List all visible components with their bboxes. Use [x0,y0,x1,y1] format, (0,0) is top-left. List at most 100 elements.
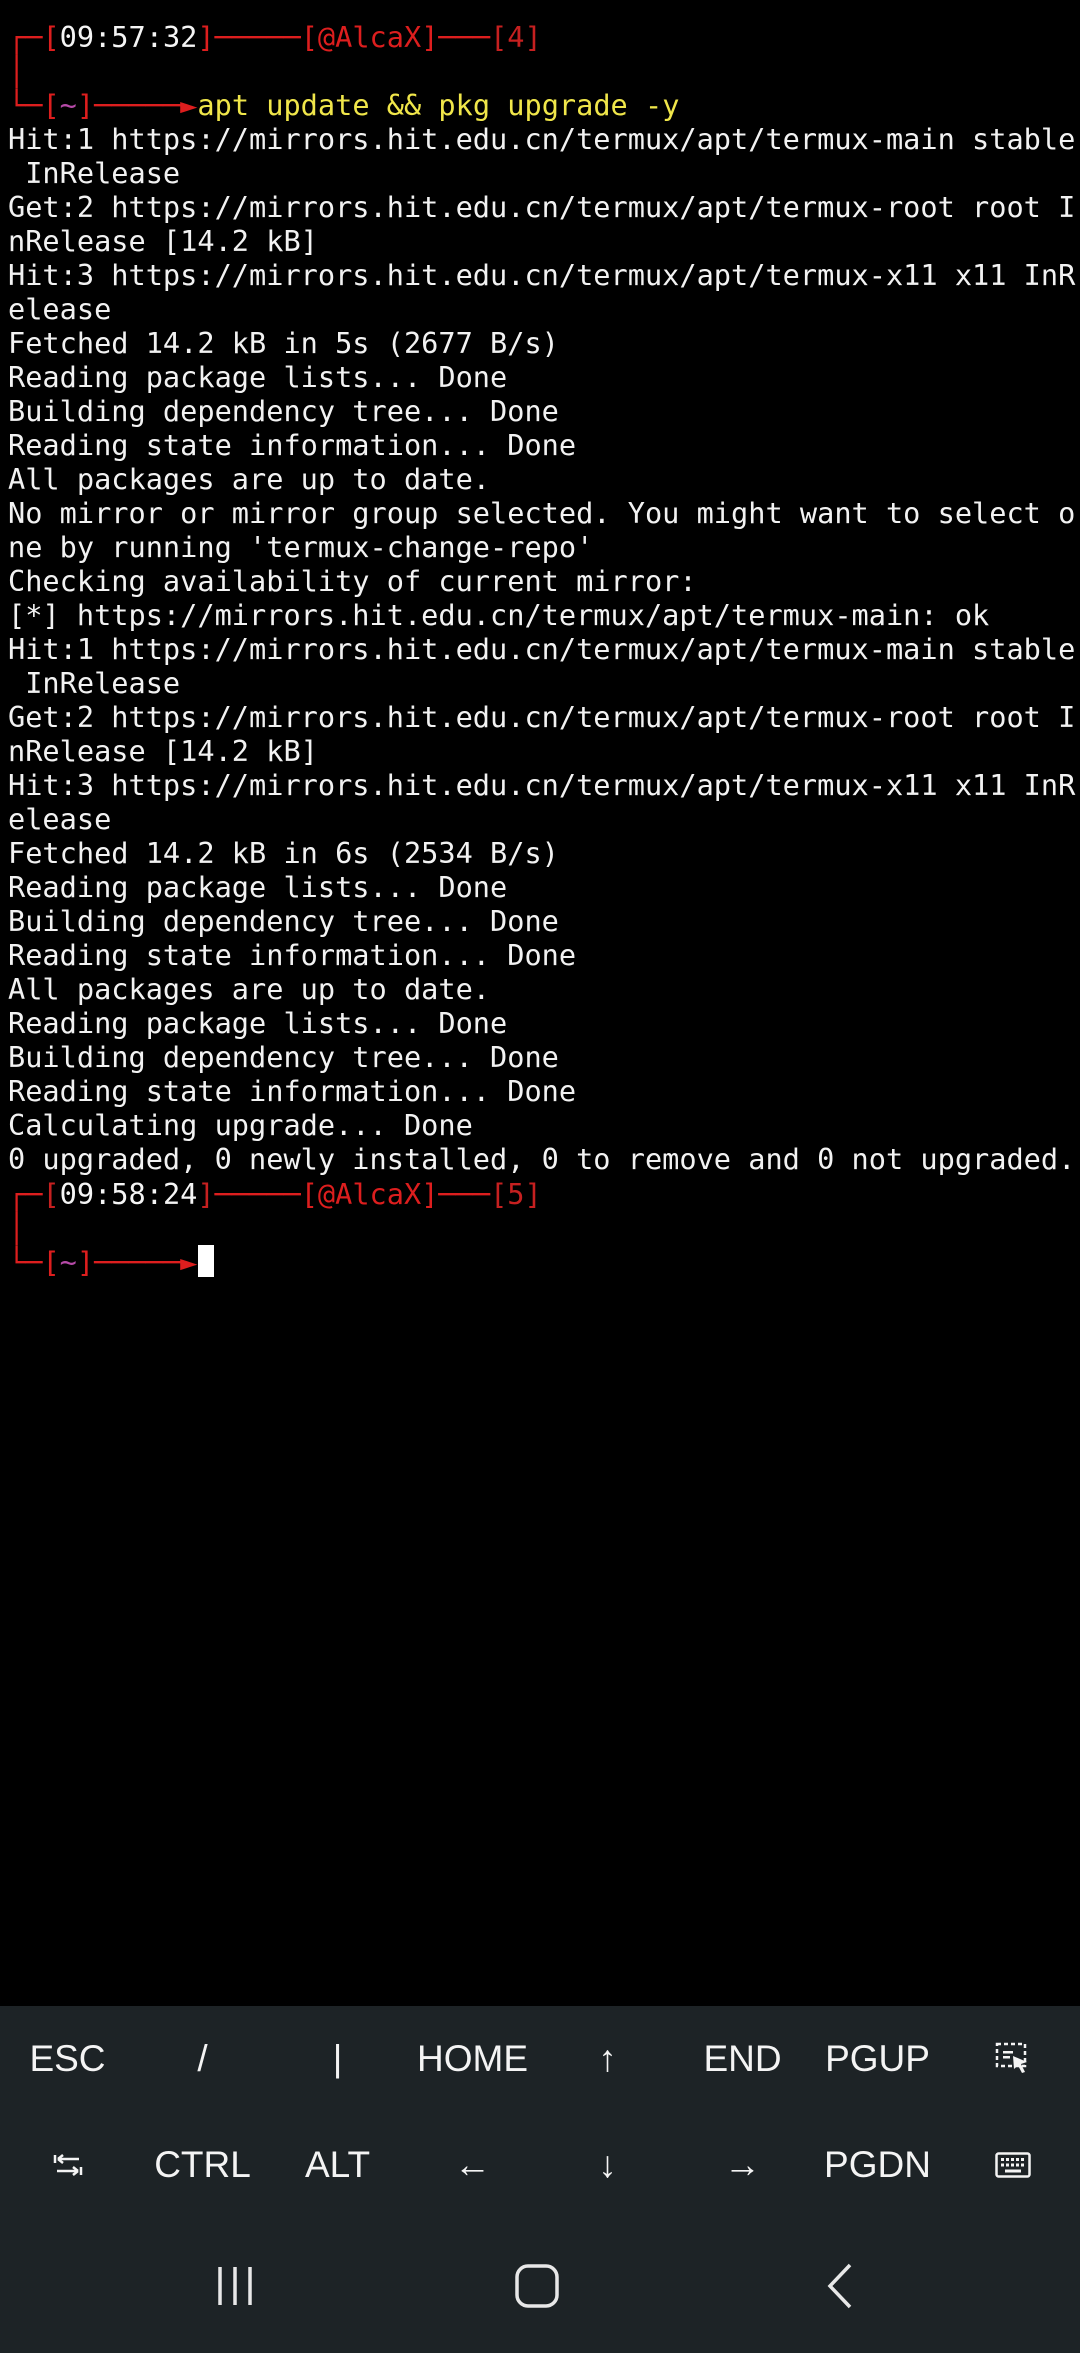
output-line: Reading package lists... Done [8,870,508,904]
tab-arrows-icon [53,2154,82,2176]
output-line: Get:2 https://mirrors.hit.edu.cn/termux/… [8,700,1076,734]
extra-keys-bar: ESC / | HOME ↑ END PGUP CTRL ALT ← ↓ → P… [0,2006,1080,2219]
prompt-dash: ───── [214,1177,301,1211]
prompt-command-line: └─[~]─────►apt update && pkg upgrade -y [8,88,679,122]
prompt-bracket: [ [42,20,60,54]
terminal-view[interactable]: ┌─[09:57:32]─────[@AlcaX]───[4] │ └─[~]─… [0,0,1080,2006]
back-button[interactable] [760,2219,920,2353]
output-line: ne by running 'termux-change-repo' [8,530,594,564]
output-line: Hit:1 https://mirrors.hit.edu.cn/termux/… [8,122,1076,156]
right-arrow-key[interactable]: → [675,2112,810,2218]
prompt-dash: ─── [438,20,491,54]
prompt-bracket: ] [421,1177,439,1211]
output-line: Hit:1 https://mirrors.hit.edu.cn/termux/… [8,632,1076,666]
back-icon [827,2263,852,2309]
prompt-time: 09:58:24 [59,1177,198,1211]
prompt-bracket: [ [490,1177,508,1211]
prompt-dash: ─── [438,1177,491,1211]
prompt-user: @AlcaX [317,1177,422,1211]
prompt-bracket: ] [76,1245,95,1279]
extra-keys-row-2: CTRL ALT ← ↓ → PGDN [0,2112,1080,2218]
prompt-dir: ~ [59,88,77,122]
prompt-bracket: [ [42,1177,60,1211]
output-line: Reading state information... Done [8,1074,577,1108]
ctrl-key[interactable]: CTRL [135,2112,270,2218]
output-line: elease [8,802,112,836]
output-line: elease [8,292,112,326]
select-text-key[interactable] [945,2006,1080,2112]
end-key[interactable]: END [675,2006,810,2112]
left-arrow-key[interactable]: ← [405,2112,540,2218]
output-line: Fetched 14.2 kB in 5s (2677 B/s) [8,326,559,360]
prompt-bracket: ] [197,20,215,54]
keyboard-icon [994,2152,1031,2178]
pgdn-key[interactable]: PGDN [810,2112,945,2218]
prompt-bracket: [ [42,88,60,122]
prompt-header: ┌─[09:57:32]─────[@AlcaX]───[4] [8,20,542,54]
output-line: 0 upgraded, 0 newly installed, 0 to remo… [8,1142,1076,1176]
prompt-dash: ───── [214,20,301,54]
output-line: nRelease [14.2 kB] [8,224,318,258]
recent-apps-button[interactable] [155,2219,315,2353]
output-line: Checking availability of current mirror: [8,564,697,598]
up-arrow-key[interactable]: ↑ [540,2006,675,2112]
prompt-count: 5 [507,1177,525,1211]
home-icon [515,2264,559,2308]
extra-keys-row-1: ESC / | HOME ↑ END PGUP [0,2006,1080,2112]
prompt-corner: │ [8,1211,26,1245]
prompt-bracket: ] [197,1177,215,1211]
output-line: No mirror or mirror group selected. You … [8,496,1076,530]
keyboard-toggle-key[interactable] [945,2112,1080,2218]
output-line: Get:2 https://mirrors.hit.edu.cn/termux/… [8,190,1076,224]
output-line: nRelease [14.2 kB] [8,734,318,768]
slash-key[interactable]: / [135,2006,270,2112]
prompt-input-line[interactable]: └─[~]─────► [8,1245,215,1279]
prompt-bracket: [ [300,20,318,54]
prompt-bracket: ] [524,20,542,54]
tab-key[interactable] [0,2112,135,2218]
pipe-key[interactable]: | [270,2006,405,2112]
prompt-arrow: ─────► [94,88,198,122]
prompt-corner: ┌─ [8,20,43,54]
output-line: [*] https://mirrors.hit.edu.cn/termux/ap… [8,598,990,632]
text-cursor[interactable] [198,1245,215,1277]
system-navigation-bar [0,2219,1080,2353]
output-line: All packages are up to date. [8,462,491,496]
output-line: Hit:3 https://mirrors.hit.edu.cn/termux/… [8,768,1076,802]
down-arrow-key[interactable]: ↓ [540,2112,675,2218]
prompt-bracket: [ [300,1177,318,1211]
select-text-icon [995,2042,1027,2073]
pgup-key[interactable]: PGUP [810,2006,945,2112]
output-line: Building dependency tree... Done [8,1040,559,1074]
prompt-corner: ┌─ [8,1177,43,1211]
prompt-corner: └─ [8,88,43,122]
prompt-bracket: [ [42,1245,60,1279]
alt-key[interactable]: ALT [270,2112,405,2218]
prompt-connector: │ [8,1211,25,1245]
prompt-corner: └─ [8,1245,43,1279]
home-key[interactable]: HOME [405,2006,540,2112]
prompt-corner: │ [8,54,26,88]
output-line: Reading state information... Done [8,428,577,462]
prompt-header: ┌─[09:58:24]─────[@AlcaX]───[5] [8,1177,542,1211]
prompt-arrow: ─────► [94,1245,198,1279]
output-line: Reading package lists... Done [8,1006,508,1040]
output-line: Fetched 14.2 kB in 6s (2534 B/s) [8,836,559,870]
output-line: Building dependency tree... Done [8,394,559,428]
prompt-bracket: ] [421,20,439,54]
prompt-bracket: [ [490,20,508,54]
prompt-count: 4 [507,20,525,54]
output-line: All packages are up to date. [8,972,491,1006]
home-button[interactable] [457,2219,617,2353]
output-line: Building dependency tree... Done [8,904,559,938]
prompt-dir: ~ [59,1245,77,1279]
prompt-bracket: ] [524,1177,542,1211]
esc-key[interactable]: ESC [0,2006,135,2112]
prompt-user: @AlcaX [317,20,422,54]
output-line: InRelease [8,666,181,700]
prompt-time: 09:57:32 [59,20,198,54]
output-line: Calculating upgrade... Done [8,1108,473,1142]
recent-apps-icon [218,2267,252,2305]
command-text: apt update && pkg upgrade -y [197,88,680,122]
output-line: InRelease [8,156,181,190]
